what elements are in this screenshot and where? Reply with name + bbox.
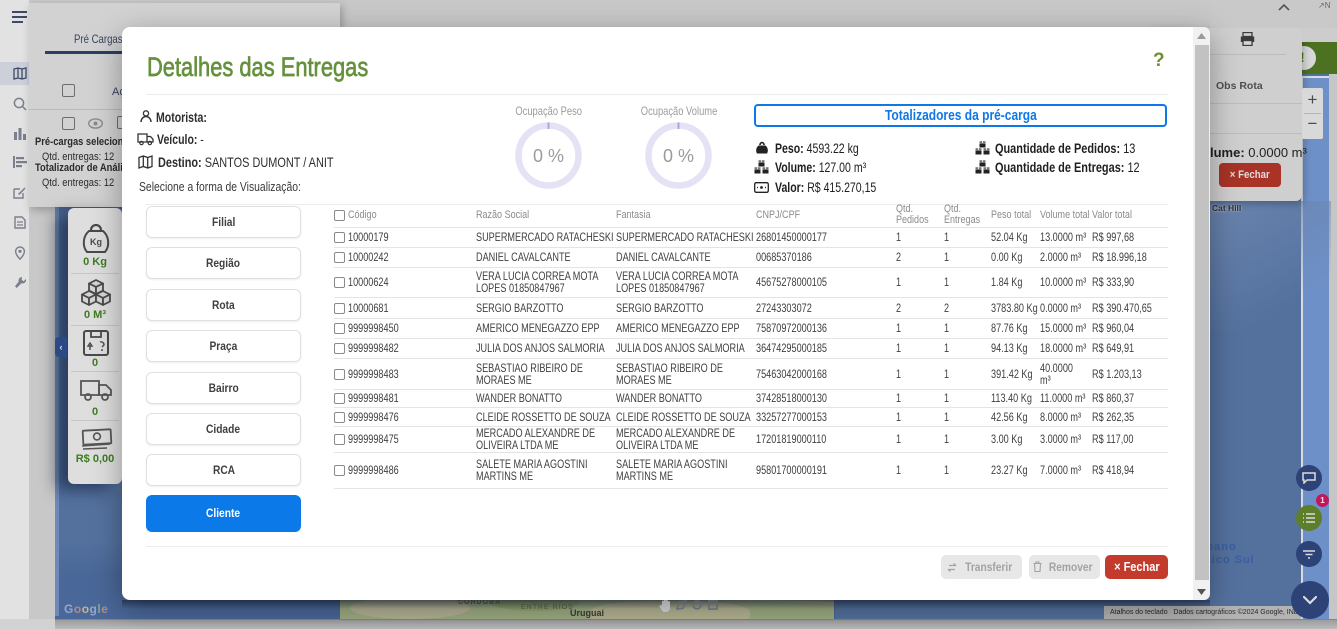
svg-text:0 %: 0 % xyxy=(663,146,694,166)
svg-text:0 %: 0 % xyxy=(533,146,564,166)
svg-text:Kg: Kg xyxy=(90,237,102,247)
